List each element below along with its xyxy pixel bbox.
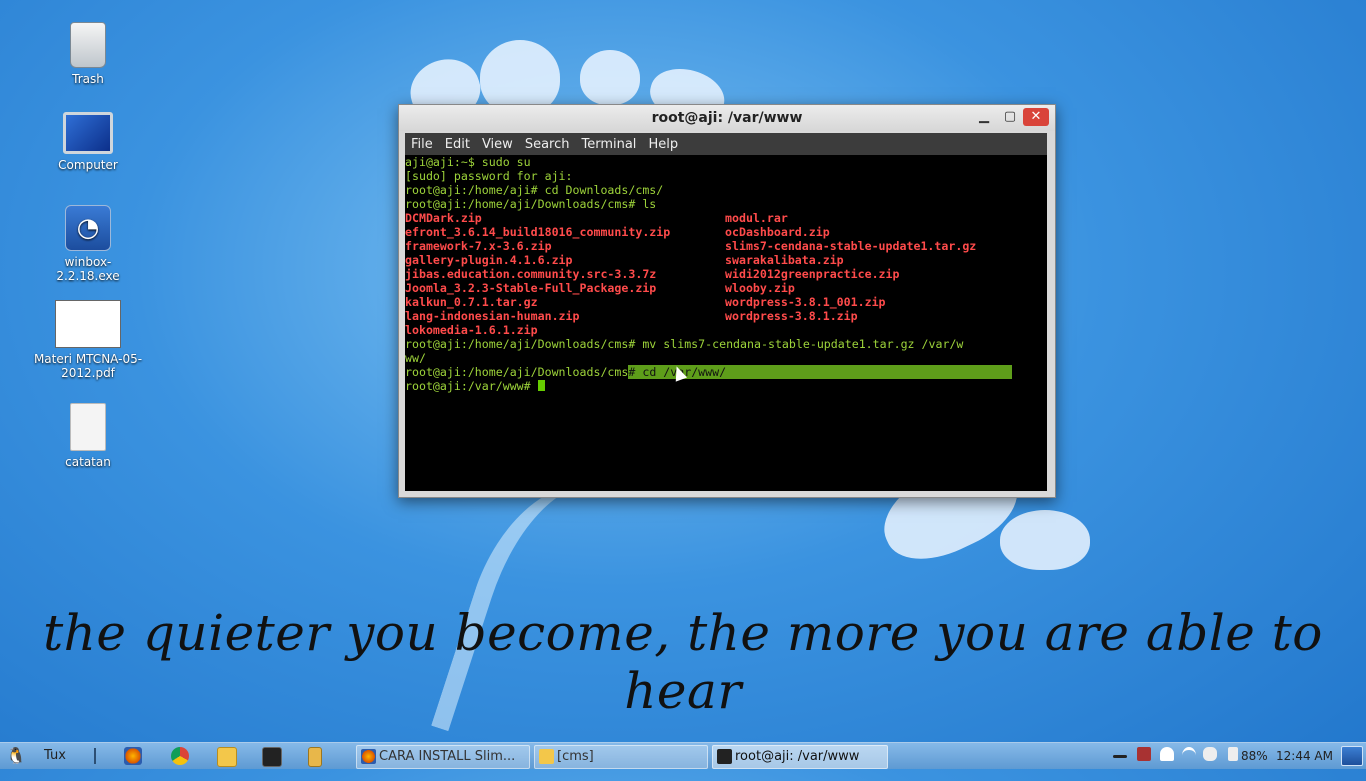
prompt-text: root@aji:/home/aji/Downloads/cms [405, 365, 629, 379]
terminal-window[interactable]: root@aji: /var/www ▁ ▢ ✕ File Edit View Sea… [398, 104, 1056, 498]
terminal-icon [717, 749, 732, 764]
ls-entry: lokomedia-1.6.1.zip [405, 323, 538, 337]
wifi-icon[interactable] [1182, 747, 1196, 764]
wallpaper-quote: the quieter you become, the more you are… [43, 604, 1323, 720]
menu-search[interactable]: Search [519, 134, 576, 152]
task-label: [cms] [557, 749, 594, 764]
terminal-line: root@aji:/home/aji/Downloads/cms# mv sli… [405, 337, 964, 351]
ls-entry: Joomla_3.2.3-Stable-Full_Package.zip [405, 281, 657, 295]
taskbar: 🐧 Tux CARA INSTALL Slim... [cms] root@aj… [0, 742, 1366, 769]
ls-entry: lang-indonesian-human.zip [405, 309, 580, 323]
desktop-icon-trash[interactable]: Trash [33, 22, 143, 86]
terminal-line: [sudo] password for aji: [405, 169, 573, 183]
menu-view[interactable]: View [476, 134, 519, 152]
ls-entry: gallery-plugin.4.1.6.zip [405, 253, 573, 267]
ls-entry: DCMDark.zip [405, 211, 482, 225]
menu-edit[interactable]: Edit [439, 134, 476, 152]
file-manager-icon[interactable] [217, 747, 237, 767]
ls-entry: slims7-cendana-stable-update1.tar.gz [725, 239, 977, 253]
minimize-button[interactable]: ▁ [973, 108, 995, 126]
winbox-icon: ◔ [65, 205, 111, 251]
desktop-icon-computer[interactable]: Computer [33, 112, 143, 172]
desktop-icon-label: Materi MTCNA-05-2012.pdf [33, 352, 143, 380]
battery-icon[interactable] [1228, 747, 1238, 761]
desktop-icon-label: Trash [72, 72, 104, 86]
ls-entry: widi2012greenpractice.zip [725, 267, 900, 281]
computer-icon [63, 112, 113, 154]
start-label[interactable]: Tux [44, 746, 66, 766]
folder-icon [539, 749, 554, 764]
desktop-icon-label: catatan [65, 455, 111, 469]
volume-icon[interactable] [1203, 747, 1217, 761]
ls-entry: wordpress-3.8.1_001.zip [725, 295, 886, 309]
pdf-thumbnail-icon [55, 300, 121, 348]
desktop-icon-catatan[interactable]: catatan [33, 403, 143, 469]
terminal-line: ww/ [405, 351, 426, 365]
clock[interactable]: 12:44 AM [1276, 746, 1333, 766]
terminal-icon[interactable] [262, 747, 282, 767]
terminal-line: root@aji:/home/aji/Downloads/cms# cd /va… [405, 365, 1047, 379]
close-button[interactable]: ✕ [1023, 108, 1049, 126]
desktop-icon-label: winbox-2.2.18.exe [56, 255, 120, 283]
ls-entry: efront_3.6.14_build18016_community.zip [405, 225, 671, 239]
wallpaper-petal [1000, 510, 1090, 570]
firefox-icon[interactable] [124, 747, 142, 765]
desktop-icon-pdf[interactable]: Materi MTCNA-05-2012.pdf [33, 300, 143, 380]
ls-entry: wlooby.zip [725, 281, 795, 295]
task-label: root@aji: /var/www [735, 749, 860, 764]
desktop-icon-winbox[interactable]: ◔ winbox-2.2.18.exe [33, 205, 143, 283]
ls-entry: jibas.education.community.src-3.3.7z [405, 267, 657, 281]
terminal-screen[interactable]: aji@aji:~$ sudo su [sudo] password for a… [405, 155, 1047, 491]
tux-icon[interactable]: 🐧 [6, 746, 26, 766]
window-title: root@aji: /var/www [651, 110, 803, 126]
user-icon[interactable] [1160, 747, 1174, 761]
chrome-icon[interactable] [171, 747, 189, 765]
firefox-icon [361, 749, 376, 764]
task-folder[interactable]: [cms] [534, 745, 708, 769]
ls-entry: kalkun_0.7.1.tar.gz [405, 295, 538, 309]
menu-bar: File Edit View Search Terminal Help [405, 133, 1047, 155]
ls-entry: wordpress-3.8.1.zip [725, 309, 858, 323]
show-desktop-button[interactable] [1341, 746, 1363, 766]
ls-entry: swarakalibata.zip [725, 253, 844, 267]
task-browser[interactable]: CARA INSTALL Slim... [356, 745, 530, 769]
text-cursor [537, 380, 545, 391]
battery-percentage: 88% [1241, 749, 1268, 763]
desktop-icon-label: Computer [58, 158, 118, 172]
menu-help[interactable]: Help [642, 134, 684, 152]
ls-entry: framework-7.x-3.6.zip [405, 239, 552, 253]
window-titlebar[interactable]: root@aji: /var/www ▁ ▢ ✕ [399, 105, 1055, 131]
show-desktop-icon[interactable] [1113, 755, 1127, 758]
ls-entry: modul.rar [725, 211, 788, 225]
prompt-text: root@aji:/var/www# [405, 379, 538, 393]
archive-icon[interactable] [308, 747, 322, 767]
antivirus-icon[interactable] [1137, 747, 1151, 761]
trash-icon [70, 22, 106, 68]
ls-entry: ocDashboard.zip [725, 225, 830, 239]
menu-file[interactable]: File [405, 134, 439, 152]
terminal-line: root@aji:/home/aji/Downloads/cms# ls [405, 197, 657, 211]
terminal-line: root@aji:/var/www# [405, 379, 1047, 393]
ls-output: DCMDark.zip efront_3.6.14_build18016_com… [405, 211, 1047, 337]
taskbar-separator [94, 748, 96, 764]
menu-terminal[interactable]: Terminal [575, 134, 642, 152]
task-label: CARA INSTALL Slim... [379, 749, 516, 764]
task-terminal[interactable]: root@aji: /var/www [712, 745, 888, 769]
maximize-button[interactable]: ▢ [999, 108, 1021, 126]
terminal-line: root@aji:/home/aji# cd Downloads/cms/ [405, 183, 664, 197]
wallpaper-petal [580, 50, 640, 105]
text-file-icon [70, 403, 106, 451]
terminal-line: aji@aji:~$ sudo su [405, 155, 531, 169]
